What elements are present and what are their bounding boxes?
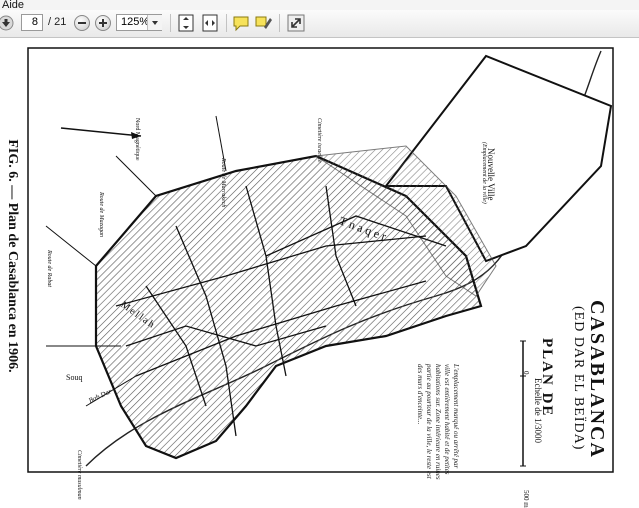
toolbar-separator bbox=[279, 14, 280, 32]
label-route-mazagan: Route de Mazagan bbox=[98, 192, 104, 237]
toolbar-separator bbox=[170, 14, 171, 32]
fit-page-icon[interactable] bbox=[176, 13, 196, 33]
toolbar-separator bbox=[226, 14, 227, 32]
chevron-down-icon[interactable] bbox=[147, 15, 162, 30]
fit-width-icon[interactable] bbox=[200, 13, 220, 33]
label-nord-magnetique: Nord Magnétique bbox=[134, 118, 140, 161]
map-city: CASABLANCA bbox=[586, 300, 608, 459]
caption-text: — Plan de Casablanca en 1906. bbox=[5, 185, 20, 373]
zoom-in-icon[interactable] bbox=[95, 15, 111, 31]
map-legend-text: L'emplacement marqué ou arrêté par ville… bbox=[416, 364, 460, 480]
page-number-value: 8 bbox=[31, 16, 38, 28]
page-down-icon[interactable] bbox=[0, 14, 14, 32]
expand-icon[interactable] bbox=[286, 13, 306, 33]
document-viewer[interactable]: FIG. 6. — Plan de Casablanca en 1906. PL… bbox=[0, 38, 639, 508]
label-souq: Souq bbox=[66, 373, 83, 382]
caption-figure-number: FIG. 6. bbox=[5, 139, 20, 182]
label-nouvelle-ville-sub: (Emplacement de la ville) bbox=[481, 142, 487, 204]
scale-end: 500 m bbox=[522, 490, 530, 508]
comment-icon[interactable] bbox=[231, 13, 251, 33]
zoom-level-value: 125% bbox=[121, 16, 150, 28]
page-total-label: / 21 bbox=[48, 16, 67, 28]
figure-caption: FIG. 6. — Plan de Casablanca en 1906. bbox=[4, 126, 20, 386]
map-subtitle: (ED DAR EL BEÏDA) bbox=[571, 306, 586, 451]
highlight-icon[interactable] bbox=[253, 13, 273, 33]
page-number-input[interactable]: 8 bbox=[21, 14, 43, 31]
zoom-out-icon[interactable] bbox=[74, 15, 90, 31]
label-route-marrakech: Route de Marrakech bbox=[220, 158, 226, 208]
label-nouvelle-ville: Nouvelle Ville bbox=[486, 148, 496, 201]
scale-start: 0 bbox=[522, 371, 530, 375]
menu-bar: Aide bbox=[0, 0, 639, 11]
city-plan-map bbox=[27, 47, 614, 473]
label-cimetiere-israelite: Cimetière israelite bbox=[316, 118, 322, 163]
label-cimetiere-musulman: Cimetière musulman bbox=[76, 450, 82, 500]
label-route-rabat: Route de Rabat bbox=[46, 250, 52, 287]
map-scale-label: Echelle de 1/3000 bbox=[533, 378, 543, 443]
